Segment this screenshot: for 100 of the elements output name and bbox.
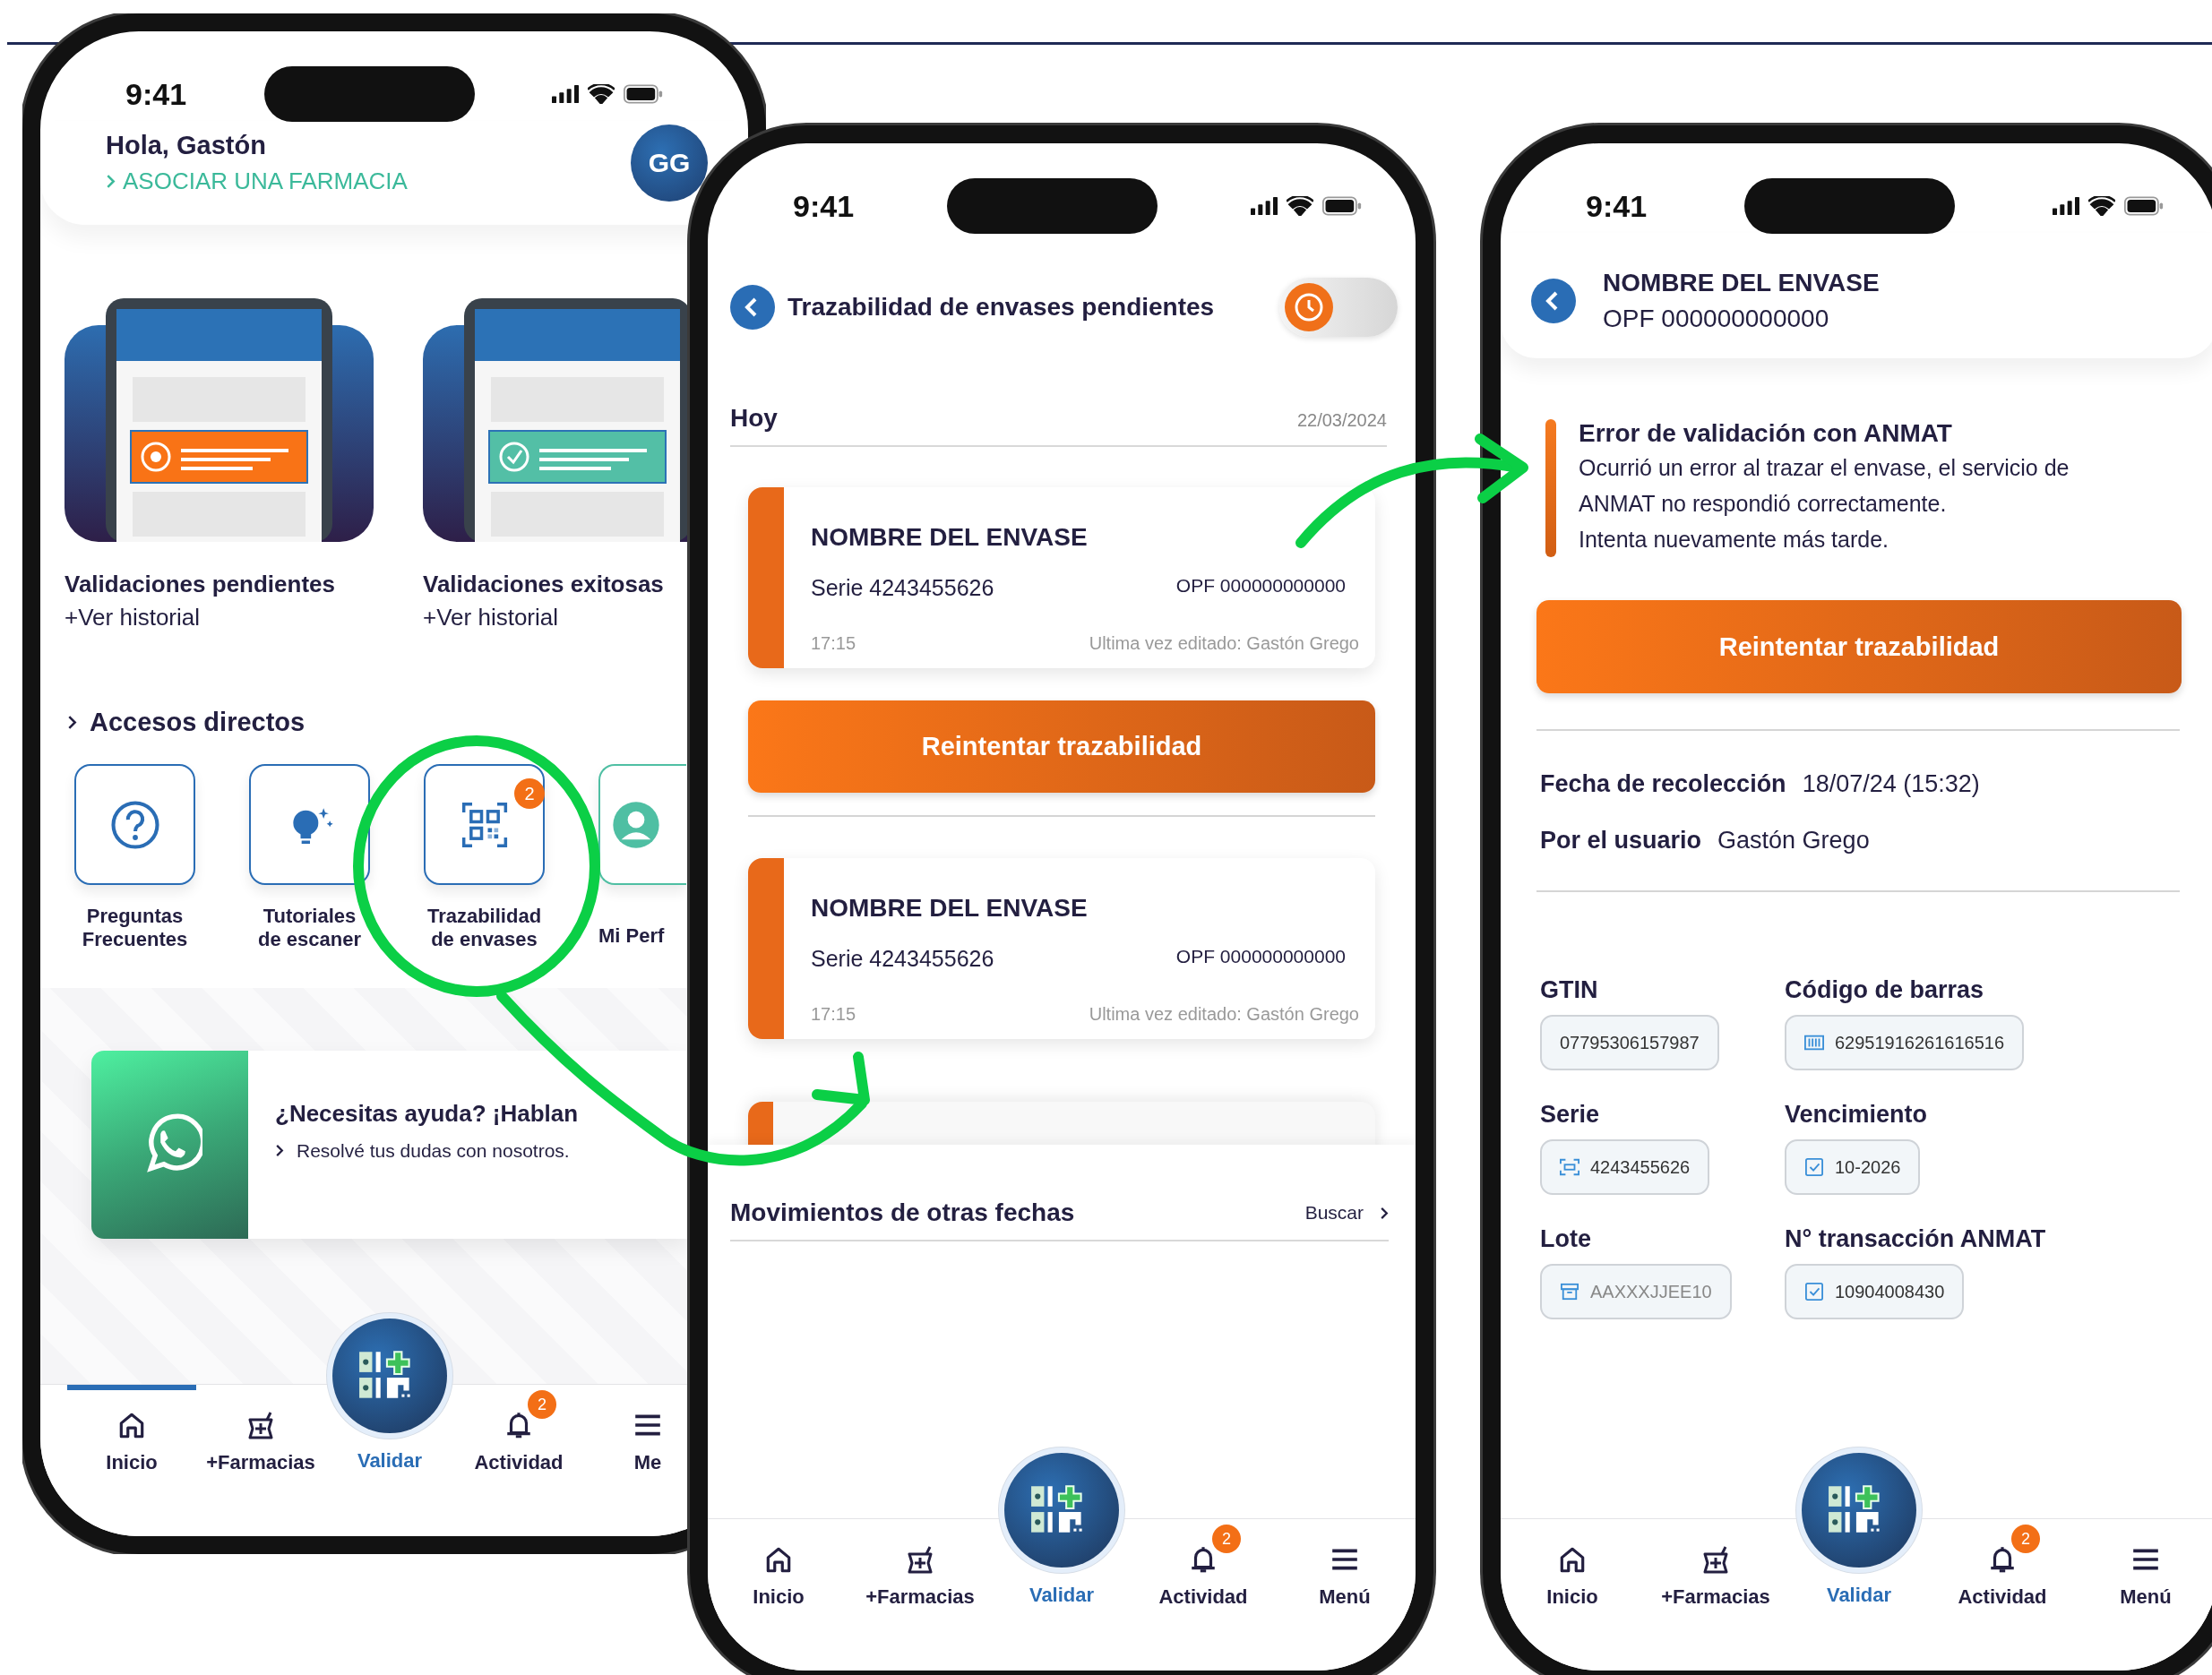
battery-icon	[2124, 196, 2164, 216]
nav-tab[interactable]: Inicio	[708, 1519, 849, 1671]
search-link[interactable]: Buscar	[1304, 1202, 1389, 1224]
screen-title: Trazabilidad de envases pendientes	[788, 293, 1215, 322]
time-label: 17:15	[811, 1004, 856, 1025]
info-label: Fecha de recolección	[1540, 770, 1786, 798]
opf-number: OPF 000000000000	[1603, 305, 1830, 333]
nav-tab[interactable]: Inicio	[67, 1385, 196, 1536]
nav-tab[interactable]: +Farmacias	[849, 1519, 991, 1671]
nav-tab[interactable]: Menú	[2074, 1519, 2212, 1671]
scan-icon	[1560, 1158, 1579, 1176]
day-label: Hoy	[730, 404, 778, 433]
status-time: 9:41	[125, 76, 187, 112]
validate-tab[interactable]: Validar	[1787, 1446, 1931, 1671]
archive-icon	[1560, 1283, 1579, 1301]
readonly-field[interactable]: 10-2026	[1785, 1139, 1921, 1195]
readonly-field[interactable]: 07795306157987	[1540, 1015, 1719, 1070]
field-label: GTIN	[1540, 976, 1599, 1004]
info-value: Gastón Grego	[1717, 827, 1870, 855]
readonly-field[interactable]: 4243455626	[1540, 1139, 1710, 1195]
chevron-icon	[106, 174, 116, 189]
nav-tab[interactable]: 2 Actividad	[1132, 1519, 1274, 1671]
phone-illustration[interactable]	[423, 298, 688, 542]
opf-number: OPF 000000000000	[1175, 946, 1346, 968]
serial-number: Serie 4243455626	[811, 575, 994, 601]
wifi-icon	[2088, 196, 2115, 216]
date-label: 22/03/2024	[1296, 410, 1387, 431]
readonly-field[interactable]: 62951916261616516	[1785, 1015, 2025, 1070]
nav-tab[interactable]: 2 Actividad	[1931, 1519, 2074, 1671]
package-card[interactable]: NOMBRE DEL ENVASE Serie 4243455626 OPF 000000000000 17:15 Ultima vez editado: Gastón Grego	[748, 487, 1375, 668]
edited-label: Ultima vez editado: Gastón Grego	[1089, 1004, 1359, 1025]
card-title: Validaciones exitosas	[423, 571, 665, 598]
shortcut-label: Mi Perf	[598, 924, 665, 949]
retry-button[interactable]: Reintentar trazabilidad	[1536, 600, 2182, 693]
chevron-icon	[67, 715, 77, 730]
field-label: Vencimiento	[1785, 1101, 1929, 1129]
opf-number: OPF 000000000000	[1175, 575, 1346, 597]
signal-icon	[1251, 196, 1278, 216]
nav-tab[interactable]: +Farmacias	[1644, 1519, 1787, 1671]
nav-tab[interactable]: Inicio	[1501, 1519, 1644, 1671]
readonly-field[interactable]: 10904008430	[1785, 1264, 1965, 1319]
status-time: 9:41	[1586, 188, 1648, 224]
greeting: Hola, Gastón	[106, 131, 267, 160]
section-title: Movimientos de otras fechas	[730, 1198, 1075, 1227]
error-title: Error de validación con ANMAT	[1579, 419, 1953, 448]
barcode-icon	[1804, 1034, 1824, 1052]
help-banner[interactable]: ¿Necesitas ayuda? ¡Hablan Resolvé tus dudas con nosotros.	[91, 1050, 688, 1239]
edited-label: Ultima vez editado: Gastón Grego	[1089, 633, 1359, 654]
field-label: Código de barras	[1785, 976, 1985, 1004]
history-link[interactable]: +Ver historial	[423, 604, 559, 631]
history-link[interactable]: +Ver historial	[65, 604, 201, 631]
signal-icon	[2053, 196, 2079, 216]
wifi-icon	[1287, 196, 1313, 216]
shortcut-label: Tutoriales de escaner	[257, 905, 362, 952]
info-label: Por el usuario	[1540, 827, 1702, 855]
nav-tab[interactable]: 2 Actividad	[454, 1385, 583, 1536]
banner-subtitle: Resolvé tus dudas con nosotros.	[297, 1139, 570, 1162]
history-toggle[interactable]	[1279, 278, 1398, 337]
avatar[interactable]: GG	[631, 125, 708, 202]
back-button[interactable]	[1531, 279, 1576, 323]
card-title: Validaciones pendientes	[65, 571, 336, 598]
nav-tab[interactable]: Menú	[1274, 1519, 1416, 1671]
field-label: Serie	[1540, 1101, 1601, 1129]
chevron-icon	[275, 1144, 284, 1158]
profile-icon	[611, 799, 661, 850]
shortcut-button[interactable]	[249, 764, 370, 885]
retry-button[interactable]: Reintentar trazabilidad	[748, 700, 1375, 793]
package-name: NOMBRE DEL ENVASE	[811, 523, 1089, 552]
battery-icon	[1322, 196, 1362, 216]
shortcut-button[interactable]	[74, 764, 195, 885]
info-value: 18/07/24 (15:32)	[1802, 770, 1980, 798]
field-label: N° transacción ANMAT	[1785, 1225, 2047, 1253]
time-label: 17:15	[811, 633, 856, 654]
notification-badge: 2	[514, 778, 545, 809]
chevron-icon	[1380, 1206, 1389, 1220]
clock-icon	[1285, 283, 1333, 331]
phone-illustration[interactable]	[65, 298, 374, 542]
error-message: Ocurrió un error al trazar el envase, el servicio de ANMAT no respondió correctamente.	[1579, 454, 2070, 518]
back-button[interactable]	[730, 285, 775, 330]
notification-badge: 2	[2011, 1525, 2040, 1553]
section-title: Accesos directos	[90, 708, 306, 737]
error-hint: Intenta nuevamente más tarde.	[1579, 526, 1890, 554]
package-name: NOMBRE DEL ENVASE	[811, 894, 1089, 923]
package-card[interactable]: NOMBRE DEL ENVASE Serie 4243455626 OPF 000000000000 17:15 Ultima vez editado: Gastón Grego	[748, 858, 1375, 1039]
notification-badge: 2	[1212, 1525, 1241, 1553]
wifi-icon	[588, 84, 615, 104]
nav-tab[interactable]: +Farmacias	[196, 1385, 325, 1536]
shortcut-label: Preguntas Frecuentes	[81, 905, 189, 952]
package-name: NOMBRE DEL ENVASE	[1603, 269, 1880, 297]
checkbox-icon	[1804, 1283, 1824, 1301]
help-icon	[109, 799, 160, 850]
checkbox-icon	[1804, 1158, 1824, 1176]
notification-badge: 2	[528, 1390, 556, 1419]
validate-tab[interactable]: Validar	[325, 1311, 454, 1536]
banner-title: ¿Necesitas ayuda? ¡Hablan	[275, 1099, 579, 1128]
serial-number: Serie 4243455626	[811, 946, 994, 972]
shortcut-label: Trazabilidad de envases	[426, 905, 542, 952]
field-label: Lote	[1540, 1225, 1592, 1253]
status-time: 9:41	[793, 188, 855, 224]
validate-tab[interactable]: Validar	[991, 1446, 1132, 1671]
